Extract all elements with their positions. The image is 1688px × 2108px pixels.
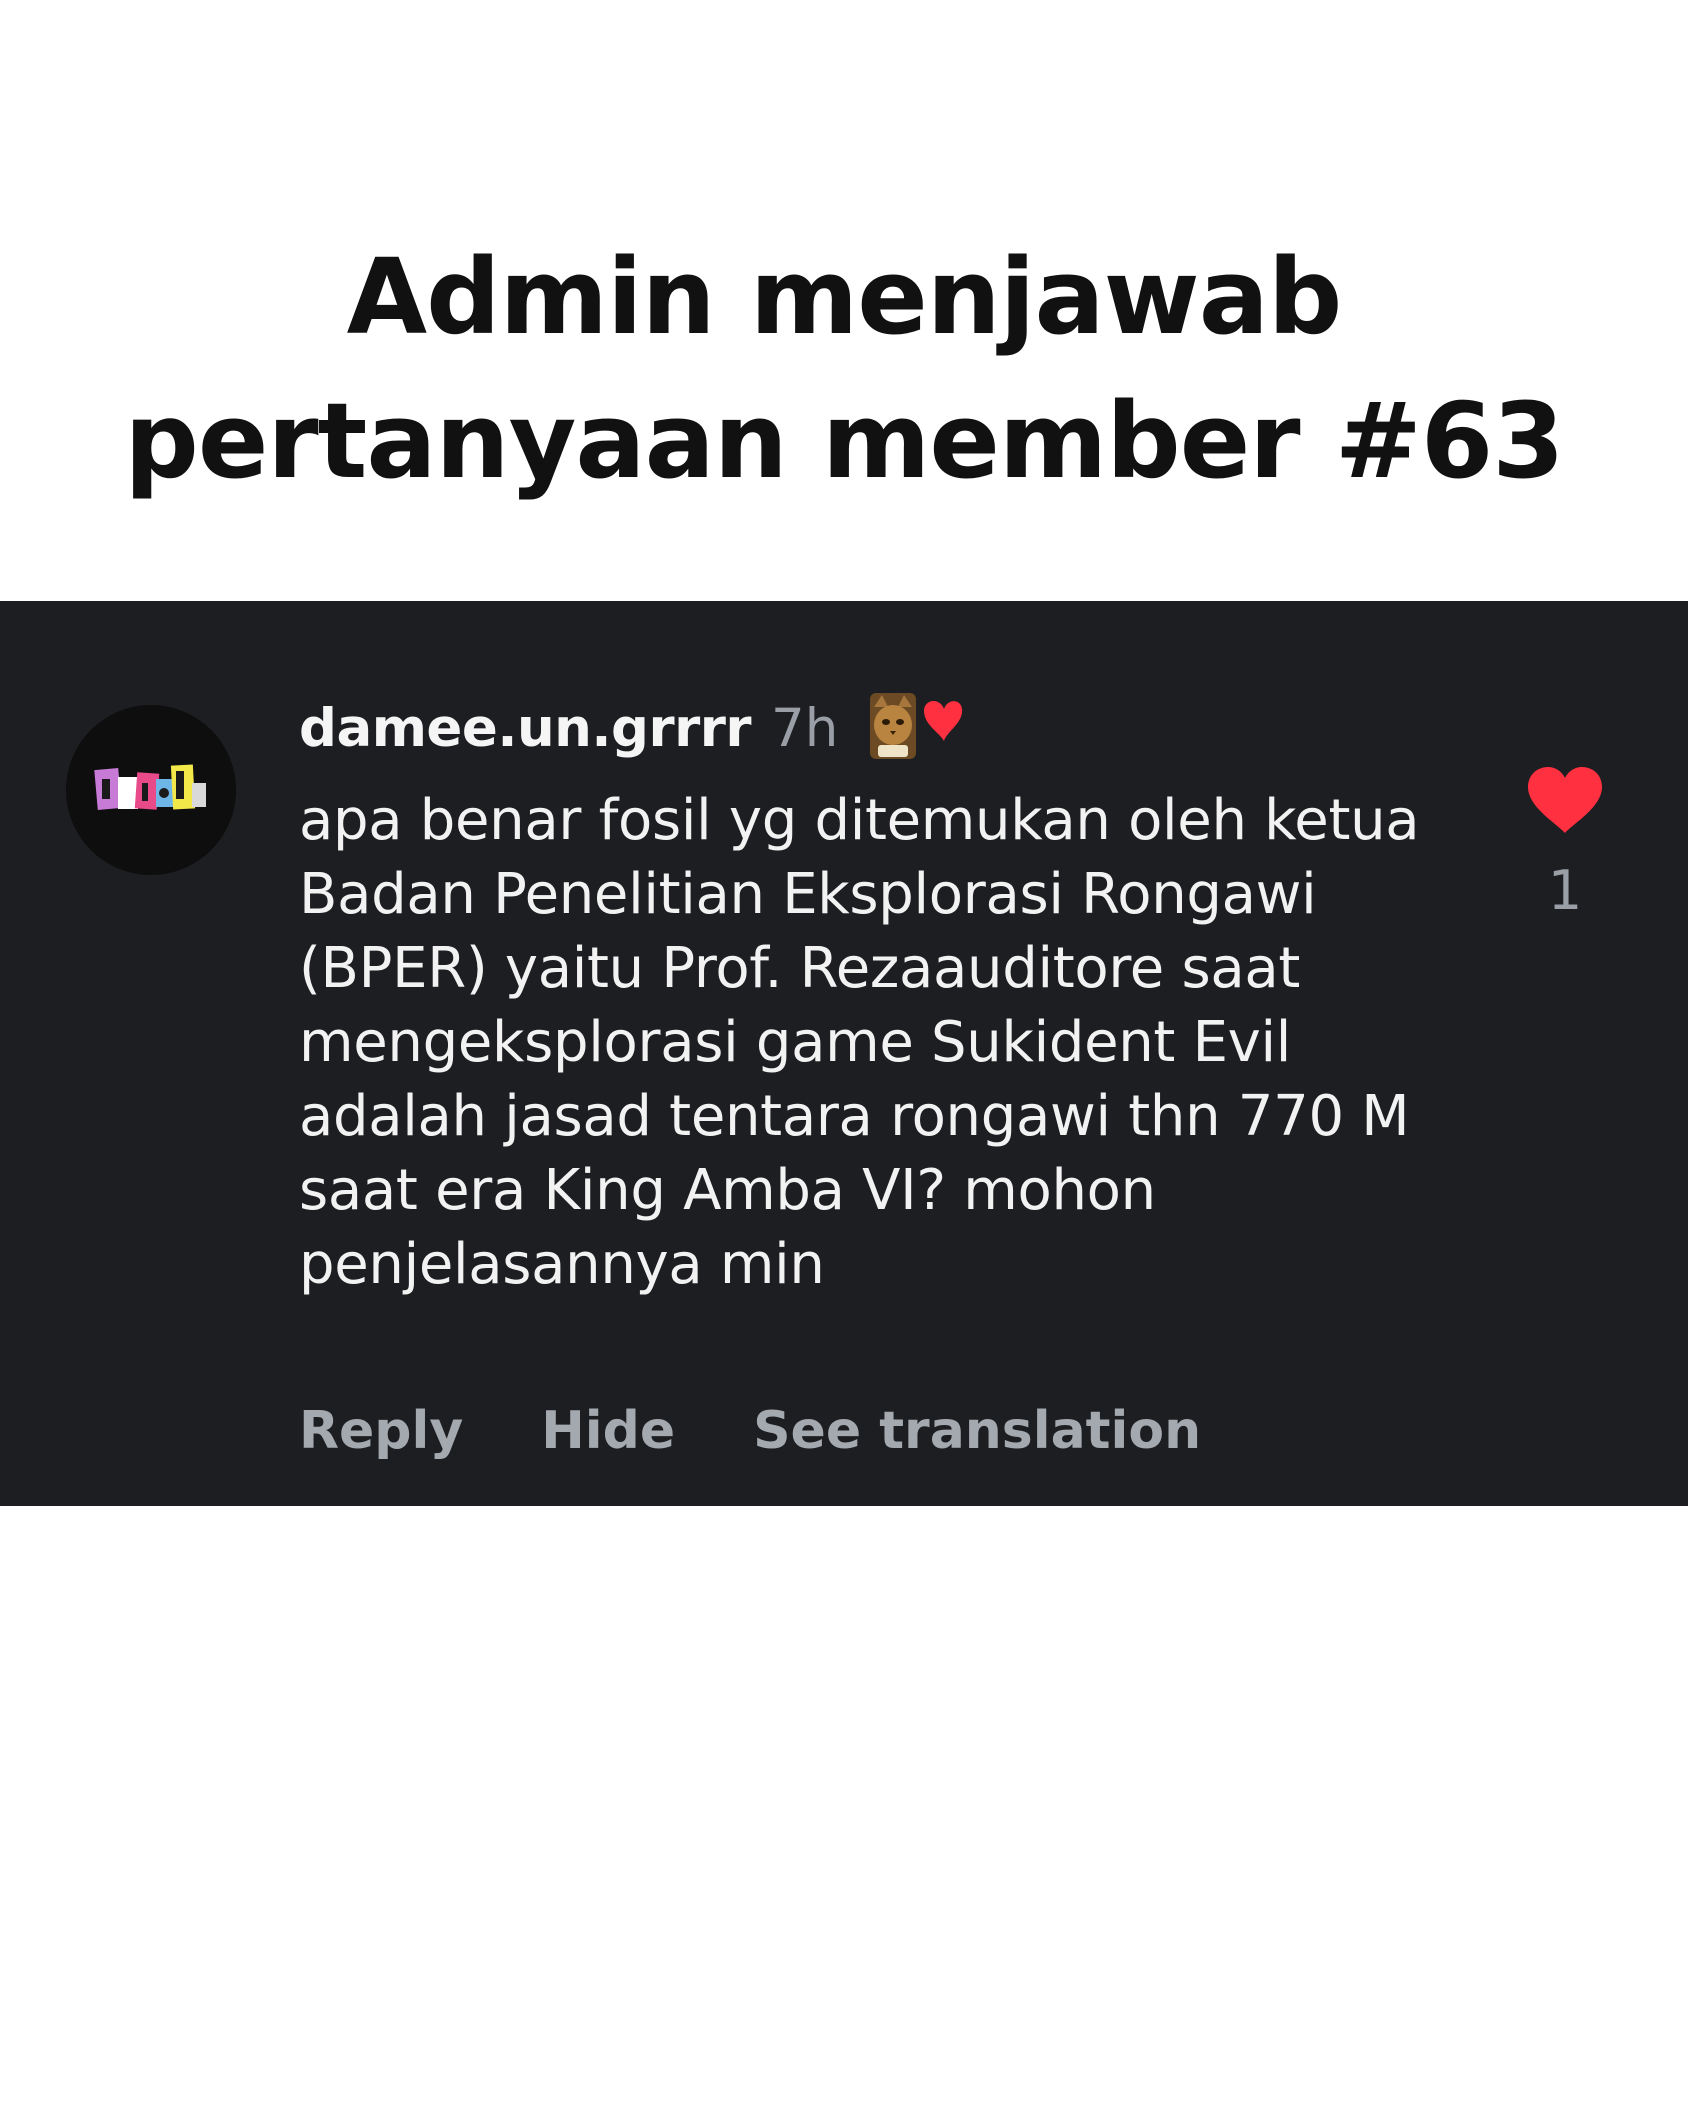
comment-header: damee.un.grrrr 7h [299,693,966,763]
headline-line-1: Admin menjawab [346,236,1343,358]
timestamp: 7h [771,697,839,759]
reply-button[interactable]: Reply [299,1401,463,1461]
cat-with-heart-icon [866,689,966,767]
like-button[interactable] [1526,765,1604,835]
headline-line-2: pertanyaan member #63 [124,380,1564,502]
comment-card: damee.un.grrrr 7h apa benar fosil yg dit… [0,601,1688,1506]
hide-button[interactable]: Hide [541,1401,675,1461]
comment-text: apa benar fosil yg ditemukan oleh ketua … [299,788,1420,1297]
heart-icon [1528,767,1602,833]
page-headline: Admin menjawab pertanyaan member #63 [0,225,1688,513]
avatar[interactable] [66,705,236,875]
username[interactable]: damee.un.grrrr [299,698,752,759]
avatar-collage-image [66,705,236,875]
like-count: 1 [1547,859,1583,922]
see-translation-button[interactable]: See translation [753,1401,1201,1461]
comment-actions: Reply Hide See translation [299,1401,1279,1461]
